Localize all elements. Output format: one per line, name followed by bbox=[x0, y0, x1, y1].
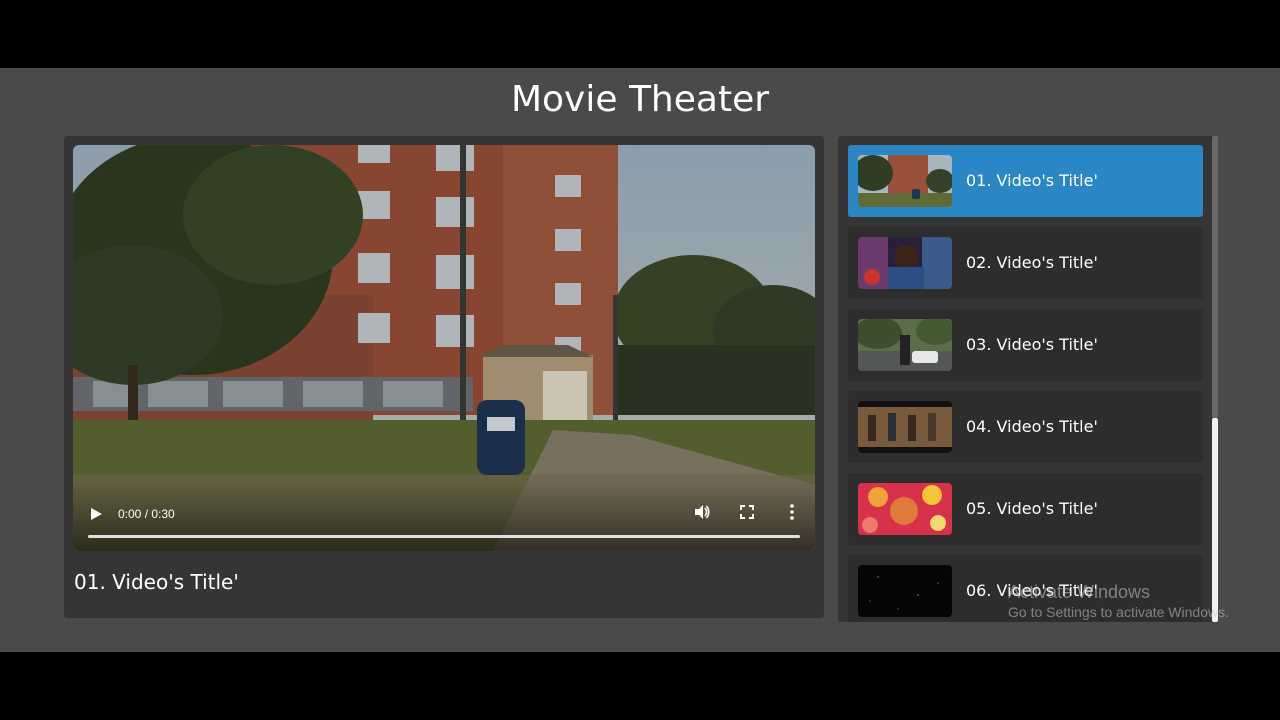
main-video-panel: 0:00 / 0:30 01. Video's Title' bbox=[64, 136, 824, 618]
video-thumbnail bbox=[858, 483, 952, 535]
playlist-item[interactable]: 02. Video's Title' bbox=[848, 227, 1203, 299]
playlist-panel: 01. Video's Title' 02. Video's Title' 03… bbox=[838, 136, 1218, 622]
activate-windows-watermark: Activate Windows Go to Settings to activ… bbox=[1008, 581, 1229, 621]
playlist-item-title: 04. Video's Title' bbox=[966, 417, 1098, 436]
video-thumbnail bbox=[858, 155, 952, 207]
watermark-line-1: Activate Windows bbox=[1008, 582, 1151, 602]
time-display: 0:00 / 0:30 bbox=[118, 507, 175, 521]
playlist-item[interactable]: 01. Video's Title' bbox=[848, 145, 1203, 217]
fullscreen-icon[interactable] bbox=[739, 504, 755, 520]
progress-bar[interactable] bbox=[88, 535, 800, 538]
video-controls-bar: 0:00 / 0:30 bbox=[73, 481, 815, 551]
playlist-item[interactable]: 03. Video's Title' bbox=[848, 309, 1203, 381]
scrollbar-track-upper bbox=[1212, 136, 1218, 418]
playlist-item[interactable]: 05. Video's Title' bbox=[848, 473, 1203, 545]
page-title: Movie Theater bbox=[510, 79, 770, 120]
main-video-title: 01. Video's Title' bbox=[74, 570, 239, 594]
playlist-item[interactable]: 04. Video's Title' bbox=[848, 391, 1203, 463]
video-thumbnail bbox=[858, 401, 952, 453]
playlist-item-title: 05. Video's Title' bbox=[966, 499, 1098, 518]
video-thumbnail bbox=[858, 237, 952, 289]
more-vertical-icon[interactable] bbox=[785, 503, 799, 521]
watermark-line-2: Go to Settings to activate Windows. bbox=[1008, 604, 1229, 620]
app-stage: Movie Theater 0:00 / 0:30 01. Video's Ti… bbox=[0, 68, 1280, 652]
play-icon[interactable] bbox=[87, 505, 105, 523]
playlist-item-title: 03. Video's Title' bbox=[966, 335, 1098, 354]
video-thumbnail bbox=[858, 565, 952, 617]
video-player[interactable]: 0:00 / 0:30 bbox=[73, 145, 815, 551]
playlist-scrollbar[interactable] bbox=[1211, 136, 1219, 622]
volume-icon[interactable] bbox=[693, 503, 711, 521]
video-thumbnail bbox=[858, 319, 952, 371]
playlist-item-title: 02. Video's Title' bbox=[966, 253, 1098, 272]
playlist-item-title: 01. Video's Title' bbox=[966, 171, 1098, 190]
